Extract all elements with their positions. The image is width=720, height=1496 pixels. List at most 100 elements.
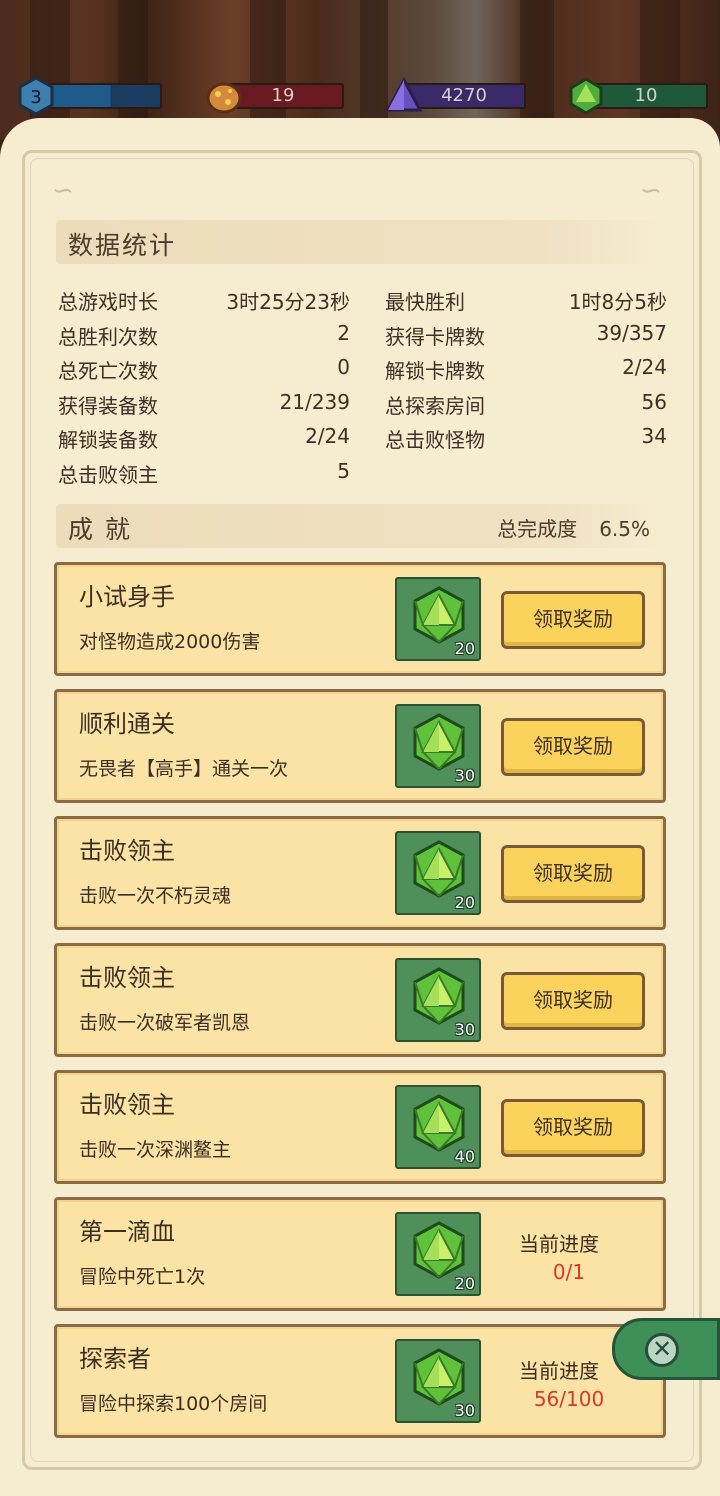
achievement-desc: 对怪物造成2000伤害 xyxy=(79,631,261,653)
close-tab[interactable]: ✕ xyxy=(612,1318,720,1380)
green-gem-icon xyxy=(413,1221,465,1279)
green-gem-icon xyxy=(413,967,465,1025)
stat-label: 获得卡牌数 xyxy=(385,324,485,349)
stat-label: 总游戏时长 xyxy=(58,290,158,314)
claim-reward-button[interactable]: 领取奖励 xyxy=(501,845,645,903)
reward-count: 30 xyxy=(454,1020,475,1039)
stat-value: 1时8分5秒 xyxy=(568,290,667,314)
stat-row: 解锁装备数 2/24 xyxy=(58,424,350,458)
green-gem-icon xyxy=(569,77,603,115)
stat-label: 总击败怪物 xyxy=(385,428,485,453)
stat-value: 3时25分23秒 xyxy=(226,290,350,314)
corner-ornament-icon: ∽ xyxy=(640,176,662,206)
completion-label: 总完成度 xyxy=(497,517,578,541)
stat-label: 总胜利次数 xyxy=(58,324,158,349)
level-resource: 3 xyxy=(16,76,162,116)
stat-row: 总游戏时长 3时25分23秒 xyxy=(58,286,350,320)
purple-crystal-icon xyxy=(385,76,423,112)
achievement-card: 顺利通关无畏者【高手】通关一次 30 领取奖励 xyxy=(54,689,666,803)
reward-count: 20 xyxy=(454,1274,475,1293)
stat-label: 总死亡次数 xyxy=(58,359,158,384)
reward-count: 20 xyxy=(454,893,475,912)
reward-count: 40 xyxy=(454,1147,475,1166)
achievement-card: 击败领主击败一次深渊鳌主 40 领取奖励 xyxy=(54,1070,666,1184)
achievement-desc: 击败一次不朽灵魂 xyxy=(79,885,232,907)
achievements-title: 成 就 xyxy=(68,515,132,544)
svg-text:3: 3 xyxy=(30,87,41,108)
crystal-resource: 4270 xyxy=(384,76,526,112)
reward-badge: 20 xyxy=(395,577,481,661)
achievement-card: 击败领主击败一次破军者凯恩 30 领取奖励 xyxy=(54,943,666,1057)
reward-badge: 30 xyxy=(395,958,481,1042)
stat-value: 21/239 xyxy=(279,389,350,414)
achievement-title: 击败领主 xyxy=(79,964,175,992)
stat-label: 解锁装备数 xyxy=(58,428,158,453)
gold-resource: 19 xyxy=(204,80,344,114)
stat-row: 解锁卡牌数 2/24 xyxy=(385,355,667,389)
stat-value: 0 xyxy=(337,355,350,380)
corner-ornament-icon: ∽ xyxy=(52,176,74,206)
stat-label: 解锁卡牌数 xyxy=(385,359,485,384)
green-gem-icon xyxy=(413,713,465,771)
achievement-title: 探索者 xyxy=(79,1345,151,1373)
claim-reward-button[interactable]: 领取奖励 xyxy=(501,718,645,776)
claim-reward-button[interactable]: 领取奖励 xyxy=(501,972,645,1030)
achievement-card: 击败领主击败一次不朽灵魂 20 领取奖励 xyxy=(54,816,666,930)
level-shield-icon: 3 xyxy=(18,76,54,116)
stat-label: 获得装备数 xyxy=(58,393,158,418)
stat-value: 39/357 xyxy=(596,320,667,345)
reward-badge: 40 xyxy=(395,1085,481,1169)
claim-reward-button[interactable]: 领取奖励 xyxy=(501,591,645,649)
close-icon[interactable]: ✕ xyxy=(645,1333,679,1367)
achievement-card: 小试身手对怪物造成2000伤害 20 领取奖励 xyxy=(54,562,666,676)
achievement-title: 顺利通关 xyxy=(79,710,175,738)
reward-badge: 20 xyxy=(395,831,481,915)
claim-reward-button[interactable]: 领取奖励 xyxy=(501,1099,645,1157)
stat-row: 获得卡牌数 39/357 xyxy=(385,321,667,355)
green-gem-icon xyxy=(413,840,465,898)
stat-row: 获得装备数 21/239 xyxy=(58,390,350,424)
reward-badge: 30 xyxy=(395,704,481,788)
reward-badge: 30 xyxy=(395,1339,481,1423)
stat-row: 最快胜利 1时8分5秒 xyxy=(385,286,667,320)
achievement-card: 探索者冒险中探索100个房间 30 当前进度 56/100 xyxy=(54,1324,666,1438)
completion-value: 6.5% xyxy=(599,517,650,541)
achievement-desc: 冒险中死亡1次 xyxy=(79,1266,206,1288)
achievement-title: 击败领主 xyxy=(79,1091,175,1119)
stat-row: 总击败领主 5 xyxy=(58,459,350,493)
stat-row: 总探索房间 56 xyxy=(385,390,667,424)
achievement-title: 击败领主 xyxy=(79,837,175,865)
achievement-title: 小试身手 xyxy=(79,583,175,611)
gem-resource: 10 xyxy=(566,77,708,115)
progress-value: 56/100 xyxy=(533,1387,605,1411)
reward-badge: 20 xyxy=(395,1212,481,1296)
stat-value: 56 xyxy=(641,389,667,414)
achievement-desc: 击败一次深渊鳌主 xyxy=(79,1139,232,1161)
stat-value: 2/24 xyxy=(622,355,667,380)
reward-count: 30 xyxy=(454,1401,475,1420)
stat-value: 2/24 xyxy=(305,424,350,449)
stat-label: 总击败领主 xyxy=(58,463,158,487)
progress-label: 当前进度 xyxy=(519,1232,599,1256)
ore-icon xyxy=(206,82,242,114)
achievement-desc: 冒险中探索100个房间 xyxy=(79,1393,268,1415)
green-gem-icon xyxy=(413,586,465,644)
stat-value: 5 xyxy=(337,459,350,483)
achievement-title: 第一滴血 xyxy=(79,1218,175,1246)
stats-header: 数据统计 xyxy=(56,220,664,264)
green-gem-icon xyxy=(413,1348,465,1406)
stat-label: 总探索房间 xyxy=(385,393,485,418)
reward-count: 30 xyxy=(454,766,475,785)
progress-value: 0/1 xyxy=(552,1260,586,1284)
achievement-desc: 无畏者【高手】通关一次 xyxy=(79,758,289,780)
achievement-desc: 击败一次破军者凯恩 xyxy=(79,1012,251,1034)
completion-summary: 总完成度 6.5% xyxy=(475,513,650,542)
stat-row: 总胜利次数 2 xyxy=(58,321,350,355)
achievements-header: 成 就 总完成度 6.5% xyxy=(56,504,664,548)
achievement-card: 第一滴血冒险中死亡1次 20 当前进度 0/1 xyxy=(54,1197,666,1311)
stats-title: 数据统计 xyxy=(68,231,177,260)
stat-row: 总死亡次数 0 xyxy=(58,355,350,389)
stat-value: 34 xyxy=(641,424,667,449)
stat-value: 2 xyxy=(337,320,350,345)
progress-label: 当前进度 xyxy=(519,1359,599,1383)
